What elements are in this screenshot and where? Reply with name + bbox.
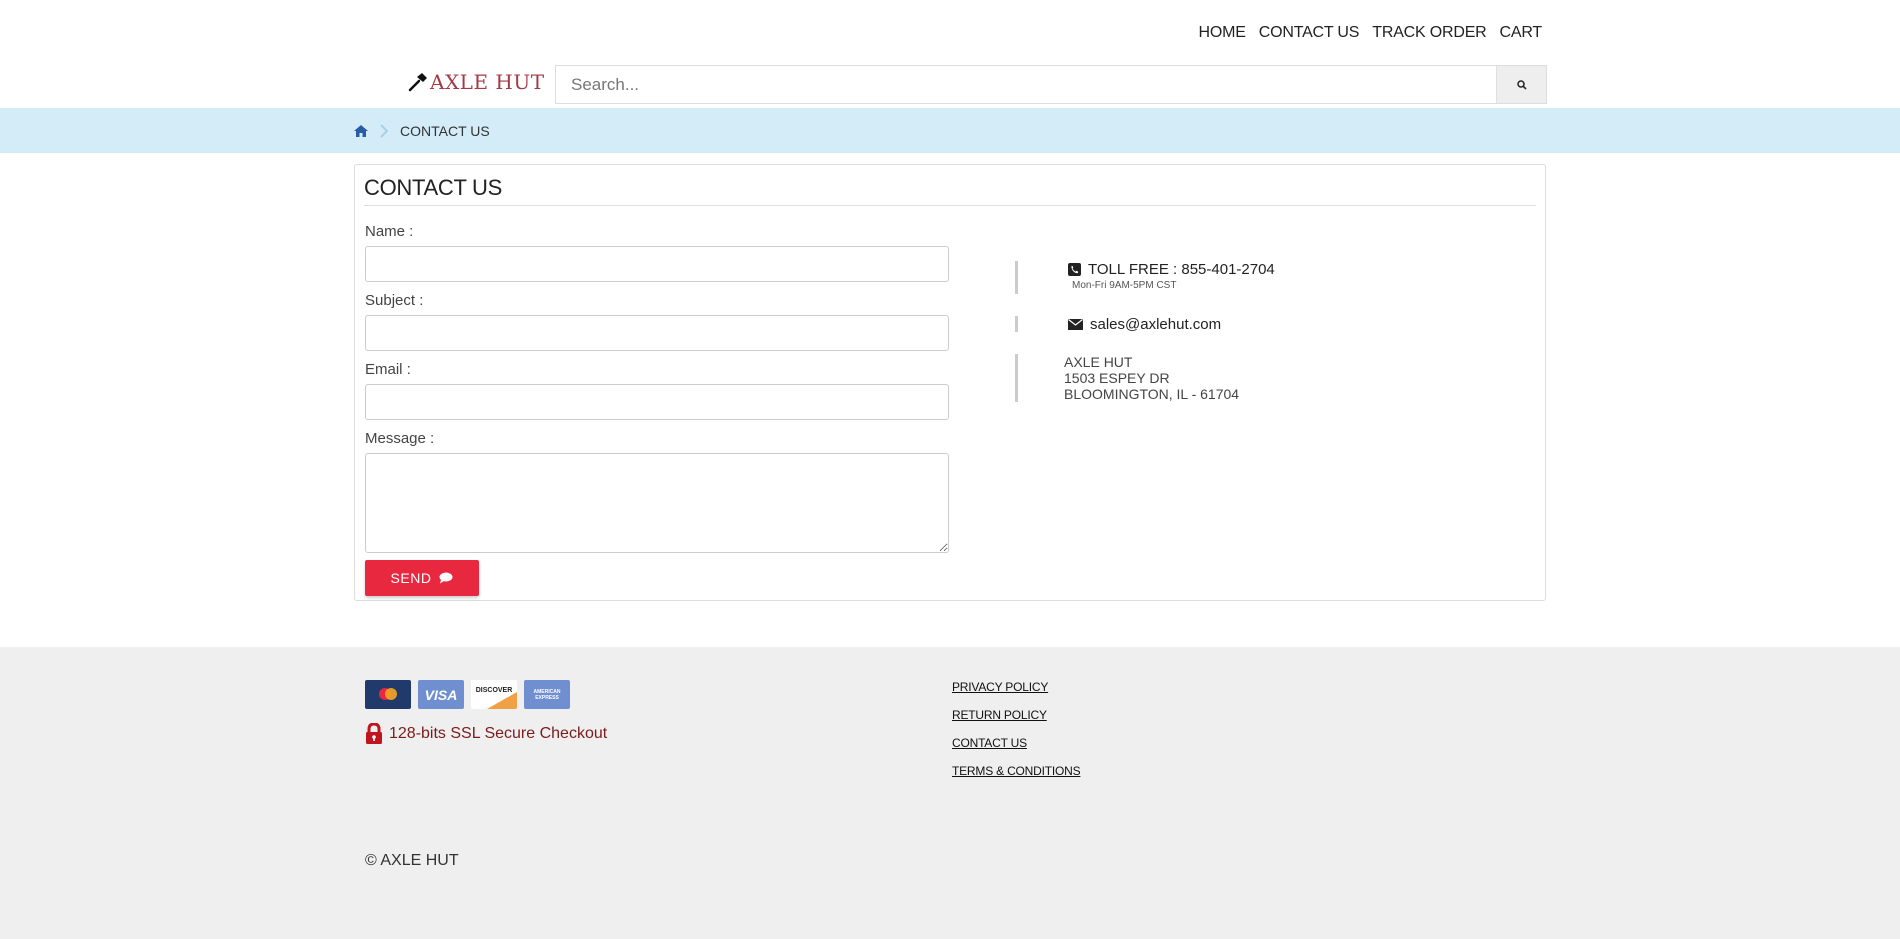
name-field[interactable] bbox=[365, 246, 949, 282]
send-label: SEND bbox=[390, 570, 432, 586]
chevron-right-icon bbox=[380, 123, 388, 138]
email-label: Email : bbox=[365, 361, 411, 378]
nav-track-order[interactable]: TRACK ORDER bbox=[1372, 24, 1486, 42]
search-button[interactable] bbox=[1496, 66, 1546, 103]
nav-contact-us[interactable]: CONTACT US bbox=[1259, 24, 1360, 42]
discover-label: DISCOVER bbox=[475, 687, 513, 694]
address-line-1: AXLE HUT bbox=[1064, 354, 1133, 370]
lock-icon bbox=[366, 723, 382, 744]
breadcrumb-bar: CONTACT US bbox=[0, 108, 1900, 153]
address-line-2: 1503 ESPEY DR bbox=[1064, 370, 1170, 386]
nav-cart[interactable]: CART bbox=[1500, 24, 1543, 42]
name-label: Name : bbox=[365, 223, 414, 240]
contact-us-link[interactable]: CONTACT US bbox=[952, 736, 1080, 751]
email-field[interactable] bbox=[365, 384, 949, 420]
address-block: AXLE HUT 1503 ESPEY DR BLOOMINGTON, IL -… bbox=[1015, 354, 1275, 402]
amex-icon: AMERICAN EXPRESS bbox=[524, 680, 570, 709]
breadcrumb-current: CONTACT US bbox=[400, 122, 490, 139]
page-title: CONTACT US bbox=[364, 175, 1536, 206]
visa-icon: VISA bbox=[418, 680, 464, 709]
terms-conditions-link[interactable]: TERMS & CONDITIONS bbox=[952, 764, 1081, 779]
search-input[interactable] bbox=[556, 66, 1496, 103]
message-label: Message : bbox=[365, 430, 435, 447]
mastercard-icon bbox=[365, 680, 411, 709]
hours-text: Mon-Fri 9AM-5PM CST bbox=[1072, 280, 1177, 291]
return-policy-link[interactable]: RETURN POLICY bbox=[952, 708, 1080, 723]
footer: VISA DISCOVER AMERICAN EXPRESS 128-bits … bbox=[0, 647, 1900, 939]
ssl-badge: 128-bits SSL Secure Checkout bbox=[365, 723, 607, 745]
phone-block: TOLL FREE : 855-401-2704 Mon-Fri 9AM-5PM… bbox=[1015, 261, 1275, 294]
toll-free-text[interactable]: TOLL FREE : 855-401-2704 bbox=[1088, 261, 1275, 278]
payment-cards: VISA DISCOVER AMERICAN EXPRESS bbox=[365, 680, 570, 709]
copyright: © AXLE HUT bbox=[365, 852, 459, 869]
contact-info: TOLL FREE : 855-401-2704 Mon-Fri 9AM-5PM… bbox=[1015, 261, 1275, 424]
phone-icon bbox=[1068, 263, 1081, 276]
nav-home[interactable]: HOME bbox=[1199, 24, 1246, 42]
subject-label: Subject : bbox=[365, 292, 424, 309]
subject-field[interactable] bbox=[365, 315, 949, 351]
logo[interactable]: AXLE HUT bbox=[408, 70, 545, 94]
logo-text: AXLE HUT bbox=[430, 70, 545, 94]
header: AXLE HUT bbox=[354, 64, 1547, 108]
home-icon bbox=[354, 124, 368, 137]
send-button[interactable]: SEND bbox=[365, 560, 479, 596]
envelope-icon bbox=[1068, 319, 1083, 330]
email-link[interactable]: sales@axlehut.com bbox=[1090, 316, 1221, 333]
contact-panel: CONTACT US Name : Subject : Email : Mess… bbox=[354, 164, 1546, 601]
privacy-policy-link[interactable]: PRIVACY POLICY bbox=[952, 680, 1080, 695]
footer-links: PRIVACY POLICY RETURN POLICY CONTACT US … bbox=[952, 680, 1081, 792]
email-block: sales@axlehut.com bbox=[1015, 316, 1275, 333]
comment-icon bbox=[439, 572, 453, 584]
search-icon bbox=[1516, 79, 1527, 90]
contact-form: Name : Subject : Email : Message : SEND bbox=[365, 223, 949, 596]
breadcrumb-home[interactable] bbox=[354, 124, 368, 137]
search-box bbox=[555, 65, 1547, 104]
ssl-text: 128-bits SSL Secure Checkout bbox=[389, 725, 608, 742]
message-field[interactable] bbox=[365, 453, 949, 553]
discover-icon: DISCOVER bbox=[471, 680, 517, 709]
address-line-3: BLOOMINGTON, IL - 61704 bbox=[1064, 386, 1240, 402]
breadcrumb: CONTACT US bbox=[354, 108, 1546, 153]
top-nav: HOME CONTACT US TRACK ORDER CART bbox=[354, 0, 1546, 64]
hammer-icon bbox=[408, 73, 427, 92]
